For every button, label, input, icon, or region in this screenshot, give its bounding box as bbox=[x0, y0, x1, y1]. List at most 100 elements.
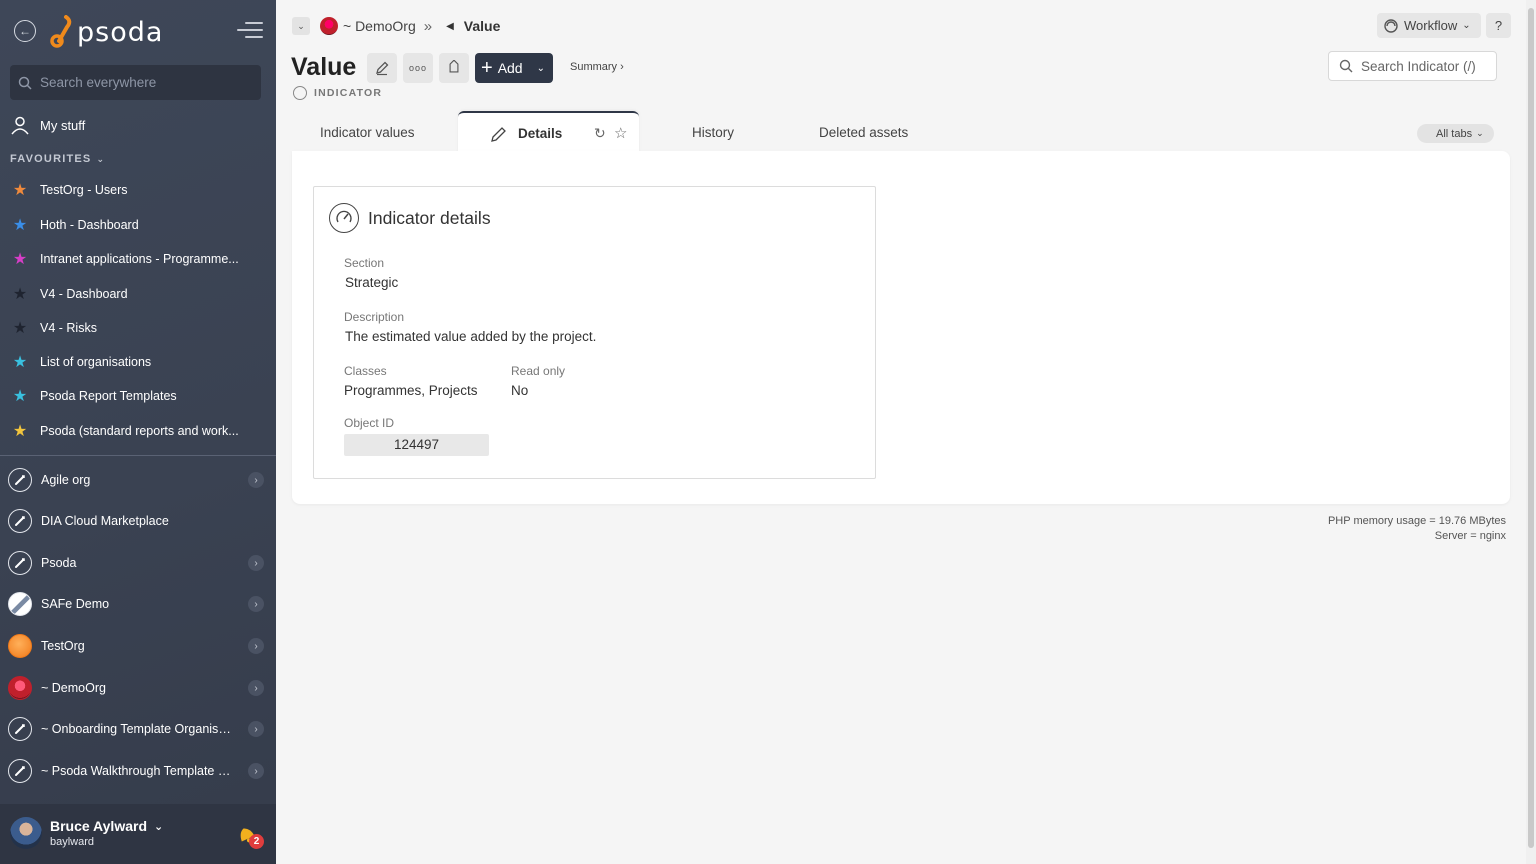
scrollbar[interactable] bbox=[1526, 0, 1536, 864]
caret-left-icon[interactable]: ◀ bbox=[446, 21, 454, 32]
page-title: Value bbox=[291, 53, 357, 81]
org-label: ~ DemoOrg bbox=[41, 681, 106, 695]
breadcrumb-dropdown[interactable]: ⌄ bbox=[292, 17, 310, 35]
star-icon: ★ bbox=[12, 286, 28, 303]
logo-text: psoda bbox=[77, 16, 164, 48]
user-login: baylward bbox=[50, 836, 95, 848]
tab-details[interactable]: Details ↻ ☆ bbox=[458, 111, 639, 153]
classes-value: Programmes, Projects bbox=[344, 383, 478, 398]
readonly-value: No bbox=[511, 383, 529, 398]
org-item[interactable]: ~ DemoOrg › bbox=[8, 673, 270, 703]
favourite-label: Psoda Report Templates bbox=[40, 389, 177, 403]
favourite-item[interactable]: ★ V4 - Dashboard bbox=[10, 282, 245, 306]
breadcrumb-separator: » bbox=[423, 17, 433, 35]
add-label: Add bbox=[497, 60, 523, 76]
sidebar: ← psoda My stuff FAVOURITES ⌄ ★ TestOrg -… bbox=[0, 0, 276, 864]
chevron-right-icon[interactable]: › bbox=[248, 721, 264, 737]
favourite-item[interactable]: ★ Hoth - Dashboard bbox=[10, 213, 245, 237]
sidebar-search[interactable] bbox=[10, 65, 261, 100]
org-label: DIA Cloud Marketplace bbox=[41, 514, 169, 528]
favourite-item[interactable]: ★ Intranet applications - Programme... bbox=[10, 247, 245, 271]
workflow-label: Workflow bbox=[1404, 18, 1458, 33]
card-title: Indicator details bbox=[368, 207, 491, 228]
org-logo-icon bbox=[8, 634, 32, 658]
org-item[interactable]: Agile org › bbox=[8, 465, 270, 495]
favourite-item[interactable]: ★ Psoda Report Templates bbox=[10, 384, 245, 408]
star-icon: ★ bbox=[12, 251, 28, 268]
user-name: Bruce Aylward bbox=[50, 818, 147, 834]
sidebar-top: ← psoda bbox=[0, 0, 276, 64]
scrollbar-thumb[interactable] bbox=[1528, 8, 1534, 848]
search-everywhere-input[interactable] bbox=[40, 75, 240, 90]
star-outline-icon[interactable]: ☆ bbox=[614, 124, 627, 142]
memory-usage: PHP memory usage = 19.76 MBytes bbox=[1327, 515, 1506, 527]
avatar[interactable] bbox=[10, 817, 42, 849]
chevron-down-icon: ⌄ bbox=[1476, 128, 1484, 138]
tag-button[interactable] bbox=[439, 53, 469, 83]
workflow-button[interactable]: Workflow ⌄ bbox=[1377, 13, 1481, 38]
search-indicator-input[interactable] bbox=[1361, 58, 1491, 74]
tab-label: History bbox=[692, 124, 735, 140]
pencil-icon bbox=[491, 127, 506, 142]
logo[interactable]: psoda bbox=[50, 14, 163, 50]
tab-deleted-assets[interactable]: Deleted assets bbox=[819, 112, 908, 152]
favourite-item[interactable]: ★ List of organisations bbox=[10, 350, 245, 374]
favourite-item[interactable]: ★ V4 - Risks bbox=[10, 316, 245, 340]
favourite-item[interactable]: ★ TestOrg - Users bbox=[10, 178, 245, 202]
add-button[interactable]: + Add ⌄ bbox=[475, 53, 553, 83]
favourite-label: Intranet applications - Programme... bbox=[40, 252, 239, 266]
star-icon: ★ bbox=[12, 423, 28, 440]
user-icon bbox=[11, 116, 29, 135]
all-tabs-button[interactable]: All tabs ⌄ bbox=[1417, 124, 1494, 143]
tag-icon bbox=[449, 60, 459, 73]
refresh-icon[interactable]: ↻ bbox=[594, 125, 606, 142]
org-item[interactable]: ~ Psoda Walkthrough Template P... › bbox=[8, 756, 270, 786]
section-label: Section bbox=[344, 256, 385, 270]
tab-label: Details bbox=[518, 125, 563, 141]
chevron-right-icon[interactable]: › bbox=[248, 555, 264, 571]
chevron-right-icon[interactable]: › bbox=[248, 638, 264, 654]
notifications-button[interactable]: 2 bbox=[234, 822, 264, 852]
org-item[interactable]: TestOrg › bbox=[8, 631, 270, 661]
user-menu[interactable]: Bruce Aylward ⌄ bbox=[50, 818, 163, 834]
plus-icon: + bbox=[481, 57, 493, 79]
object-id-value[interactable]: 124497 bbox=[344, 434, 489, 456]
card-header: Indicator details bbox=[329, 203, 491, 233]
org-label: Agile org bbox=[41, 473, 91, 487]
description-value: The estimated value added by the project… bbox=[345, 329, 597, 344]
org-item[interactable]: DIA Cloud Marketplace bbox=[8, 506, 270, 536]
org-item[interactable]: SAFe Demo › bbox=[8, 589, 270, 619]
asset-type-label: INDICATOR bbox=[314, 87, 383, 99]
search-icon bbox=[1339, 59, 1353, 73]
tab-indicator-values[interactable]: Indicator values bbox=[320, 112, 415, 152]
breadcrumb-org-link[interactable]: ~ DemoOrg bbox=[343, 18, 416, 34]
favourite-label: Psoda (standard reports and work... bbox=[40, 424, 239, 438]
org-item[interactable]: Psoda › bbox=[8, 548, 270, 578]
favourite-item[interactable]: ★ Psoda (standard reports and work... bbox=[10, 419, 245, 443]
summary-link[interactable]: Summary › bbox=[570, 61, 624, 73]
tab-history[interactable]: History bbox=[692, 112, 734, 152]
notification-count: 2 bbox=[249, 834, 264, 849]
chevron-down-icon: ⌄ bbox=[96, 153, 106, 164]
chevron-right-icon[interactable]: › bbox=[248, 596, 264, 612]
help-button[interactable]: ? bbox=[1486, 13, 1511, 38]
chevron-right-icon[interactable]: › bbox=[248, 680, 264, 696]
chevron-right-icon[interactable]: › bbox=[248, 763, 264, 779]
collapse-sidebar-icon[interactable] bbox=[237, 22, 263, 40]
indicator-search[interactable] bbox=[1328, 51, 1497, 81]
more-options-button[interactable]: ooo bbox=[403, 53, 433, 83]
favourite-label: TestOrg - Users bbox=[40, 183, 128, 197]
star-icon: ★ bbox=[12, 354, 28, 371]
classes-label: Classes bbox=[344, 364, 387, 378]
org-item[interactable]: ~ Onboarding Template Organisa... › bbox=[8, 714, 270, 744]
star-icon: ★ bbox=[12, 182, 28, 199]
chevron-down-icon: ⌄ bbox=[1462, 20, 1471, 31]
object-id-label: Object ID bbox=[344, 416, 395, 430]
favourites-header[interactable]: FAVOURITES ⌄ bbox=[10, 153, 105, 165]
object-id-field: Object ID 124497 bbox=[344, 416, 489, 456]
chevron-right-icon[interactable]: › bbox=[248, 472, 264, 488]
rocket-icon bbox=[8, 717, 32, 741]
edit-button[interactable] bbox=[367, 53, 397, 83]
back-button[interactable]: ← bbox=[14, 20, 36, 42]
my-stuff-link[interactable]: My stuff bbox=[10, 113, 85, 137]
